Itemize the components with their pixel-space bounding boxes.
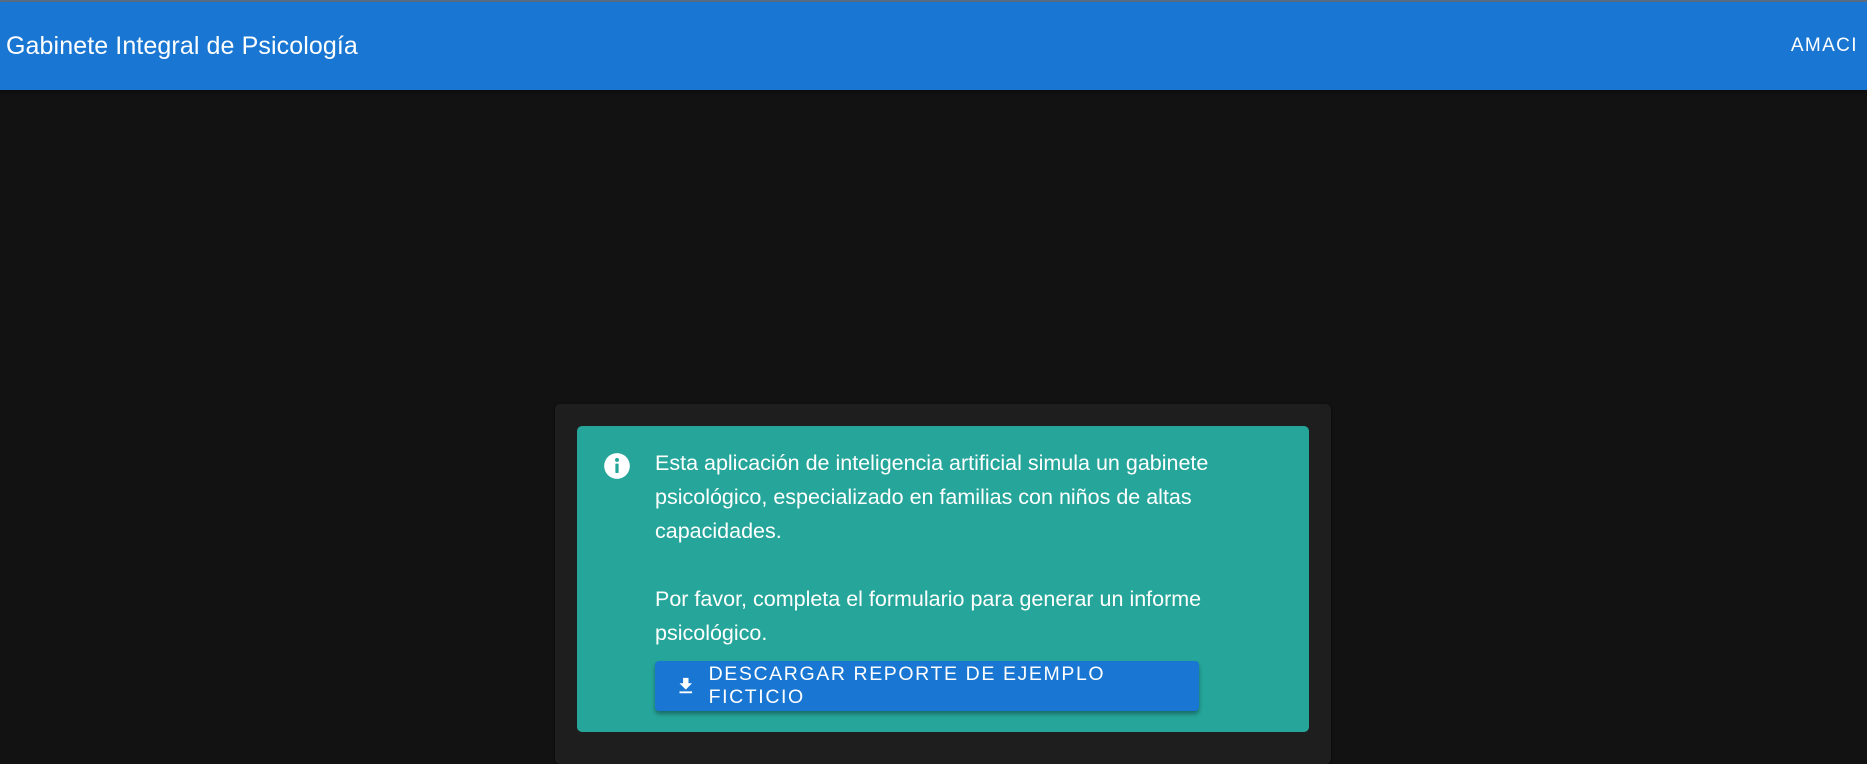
info-alert: Esta aplicación de inteligencia artifici…	[577, 426, 1309, 732]
info-icon	[604, 453, 630, 479]
download-button-label: DESCARGAR REPORTE DE EJEMPLO FICTICIO	[708, 663, 1106, 708]
alert-message: Esta aplicación de inteligencia artifici…	[655, 451, 1209, 645]
amaci-button[interactable]: AMACI	[1781, 27, 1858, 65]
form-card: Esta aplicación de inteligencia artifici…	[555, 404, 1331, 764]
download-icon	[679, 677, 693, 694]
app-title: Gabinete Integral de Psicología	[6, 31, 358, 60]
download-example-report-button[interactable]: DESCARGAR REPORTE DE EJEMPLO FICTICIO	[655, 661, 1199, 711]
app-bar: Gabinete Integral de Psicología AMACI	[0, 2, 1867, 90]
